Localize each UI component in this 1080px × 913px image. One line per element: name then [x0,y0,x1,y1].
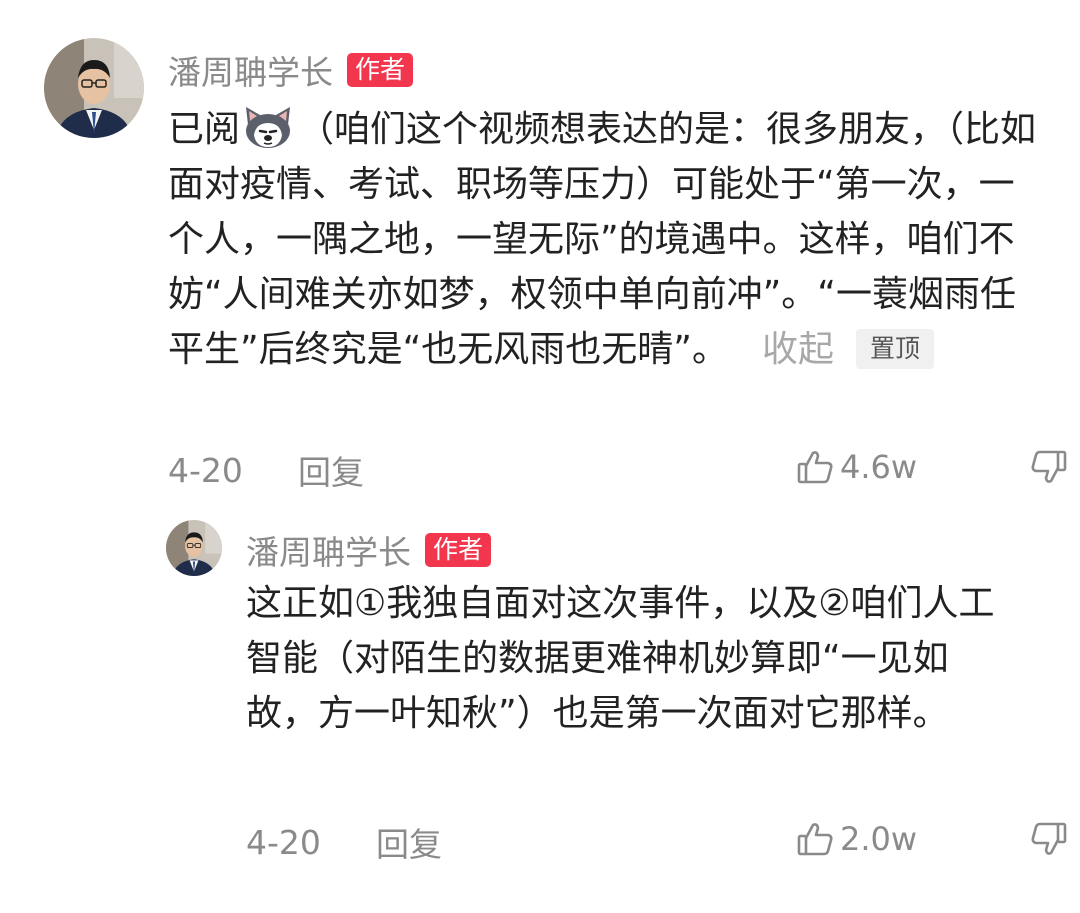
username[interactable]: 潘周聃学长 [246,526,411,574]
like-button[interactable]: 4.6w [796,448,950,486]
dislike-button[interactable] [1030,820,1068,858]
comment-date: 4-20 [246,822,321,862]
thumbs-down-icon [1030,448,1068,486]
comment-actions: 2.0w [796,820,1068,858]
comment-text: 这正如①我独自面对这次事件，以及②咱们人工智能（对陌生的数据更难神机妙算即“一见… [246,583,995,734]
dislike-button[interactable] [1030,448,1068,486]
comment-meta: 4-20 回复 [168,446,364,494]
like-button[interactable]: 2.0w [796,820,950,858]
thumbs-up-icon [796,820,834,858]
reply-button[interactable]: 回复 [298,446,364,494]
comment-header: 潘周聃学长 作者 [246,526,492,574]
reply-button[interactable]: 回复 [376,818,442,866]
comment-text-start: 已阅 [168,109,241,150]
author-badge: 作者 [425,533,492,567]
comment-actions: 4.6w [796,448,1068,486]
husky-dog-emoji [242,105,294,149]
comment-date: 4-20 [168,450,243,490]
comment-header: 潘周聃学长 作者 [168,46,414,94]
author-badge: 作者 [347,53,414,87]
like-count: 4.6w [840,448,918,486]
comment-text: 已阅 （咱们这个视频想表达的是：很多朋友，（比如面对疫情、考试、职场等压力）可能… [168,102,1038,377]
like-count: 2.0w [840,820,918,858]
thumbs-up-icon [796,448,834,486]
comment-meta: 4-20 回复 [246,818,442,866]
pinned-badge: 置顶 [855,329,934,369]
thumbs-down-icon [1030,820,1068,858]
collapse-link[interactable]: 收起 [762,329,834,370]
avatar[interactable] [166,520,222,576]
username[interactable]: 潘周聃学长 [168,46,333,94]
avatar[interactable] [44,38,144,138]
